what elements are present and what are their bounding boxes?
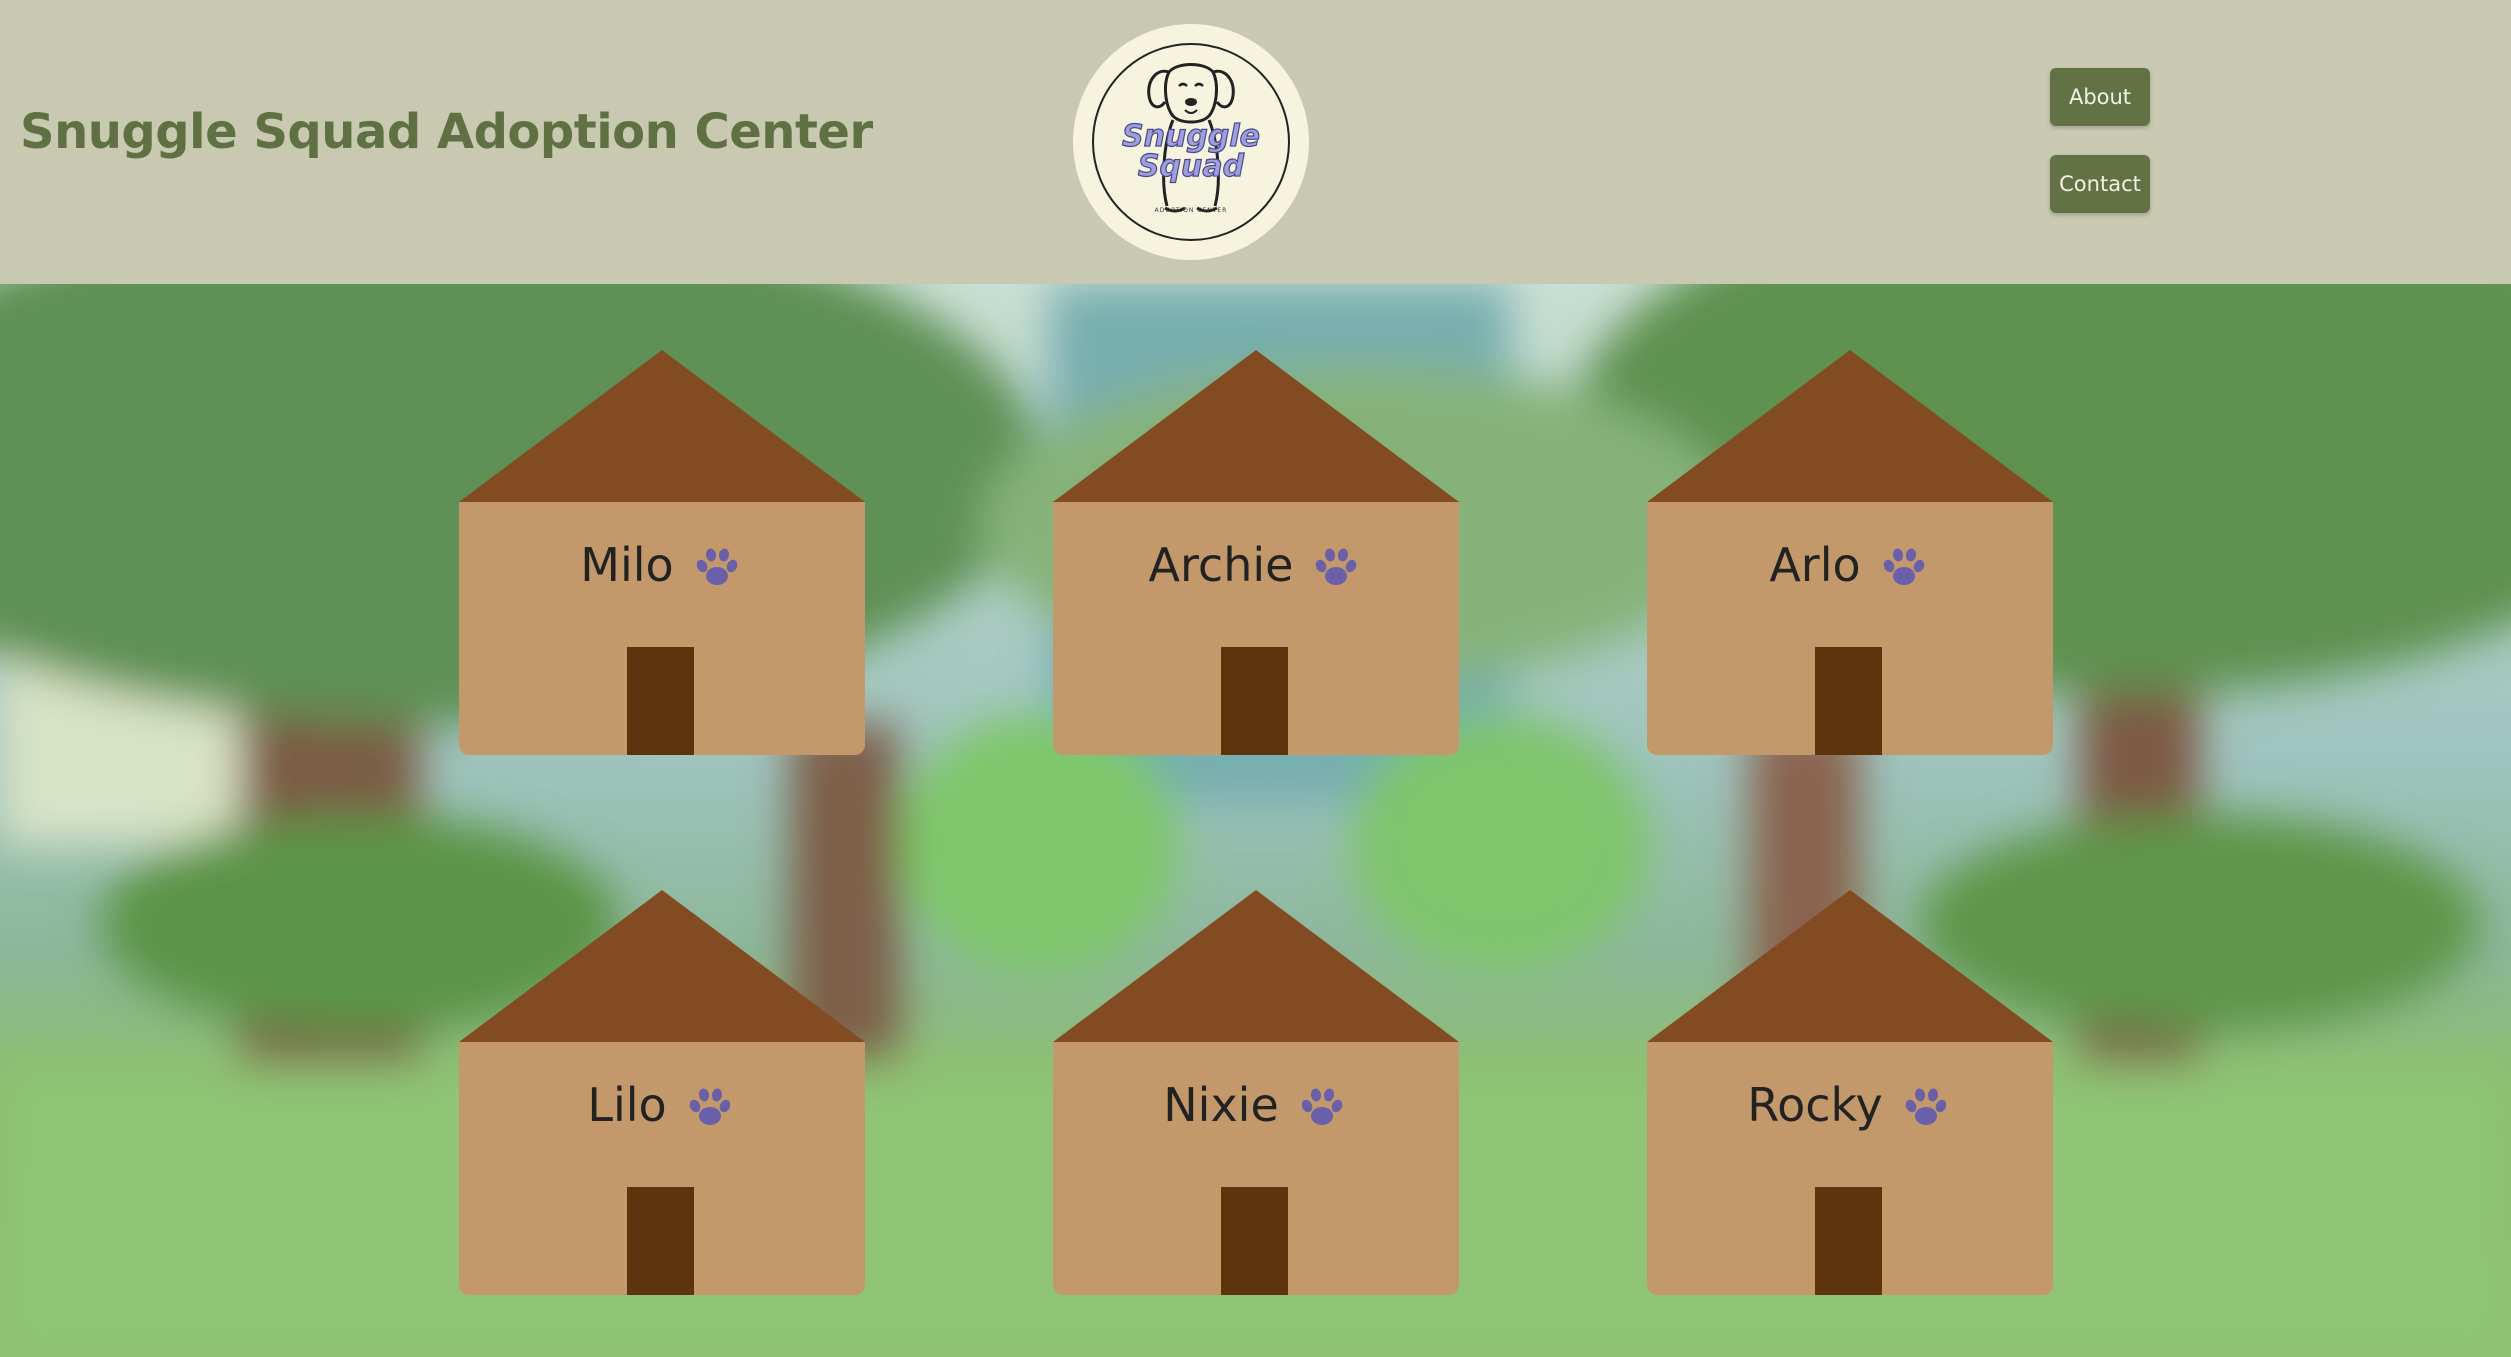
house-body: Milo (459, 502, 865, 755)
house-label: Archie (1053, 538, 1459, 592)
paw-icon (1905, 1088, 1947, 1125)
house-door (1815, 1187, 1882, 1295)
house-body: Nixie (1053, 1042, 1459, 1295)
paw-icon (689, 1088, 730, 1125)
paw-icon (1883, 548, 1924, 585)
site-title: Snuggle Squad Adoption Center (20, 104, 873, 160)
pet-name: Archie (1148, 538, 1294, 592)
dog-logo-icon: Snuggle Squad ADOPTION CENTER (1092, 43, 1290, 241)
house-door (627, 647, 694, 755)
site-header: Snuggle Squad Adoption Center Snuggle Sq… (0, 0, 2511, 284)
house-card[interactable]: Archie (1053, 350, 1459, 755)
pet-name: Milo (580, 538, 674, 592)
house-card[interactable]: Milo (459, 350, 865, 755)
house-card[interactable]: Nixie (1053, 890, 1459, 1295)
house-label: Rocky (1647, 1078, 2053, 1132)
house-door (1815, 647, 1882, 755)
house-roof (1053, 890, 1459, 1042)
house-door (627, 1187, 694, 1295)
house-roof (459, 890, 865, 1042)
pet-name: Nixie (1163, 1078, 1279, 1132)
house-label: Lilo (459, 1078, 865, 1132)
house-body: Lilo (459, 1042, 865, 1295)
paw-icon (1301, 1088, 1343, 1125)
house-door (1221, 1187, 1288, 1295)
svg-text:Squad: Squad (1138, 149, 1245, 184)
house-roof (1647, 350, 2053, 502)
pet-name: Arlo (1769, 538, 1861, 592)
house-label: Milo (459, 538, 865, 592)
about-button[interactable]: About (2050, 68, 2150, 126)
logo[interactable]: Snuggle Squad ADOPTION CENTER (1073, 24, 1309, 260)
house-card[interactable]: Arlo (1647, 350, 2053, 755)
house-card[interactable]: Rocky (1647, 890, 2053, 1295)
paw-icon (1316, 548, 1357, 585)
house-label: Arlo (1647, 538, 2053, 592)
house-body: Archie (1053, 502, 1459, 755)
pet-name: Lilo (587, 1078, 667, 1132)
house-roof (459, 350, 865, 502)
house-body: Arlo (1647, 502, 2053, 755)
paw-icon (696, 548, 738, 585)
house-door (1221, 647, 1288, 755)
pet-name: Rocky (1747, 1078, 1883, 1132)
house-body: Rocky (1647, 1042, 2053, 1295)
house-roof (1053, 350, 1459, 502)
house-label: Nixie (1053, 1078, 1459, 1132)
contact-button[interactable]: Contact (2050, 155, 2150, 213)
svg-text:ADOPTION CENTER: ADOPTION CENTER (1155, 207, 1228, 214)
house-card[interactable]: Lilo (459, 890, 865, 1295)
adoption-scene: Milo Archie Arlo Lilo Nixie Rocky (0, 284, 2511, 1357)
house-roof (1647, 890, 2053, 1042)
